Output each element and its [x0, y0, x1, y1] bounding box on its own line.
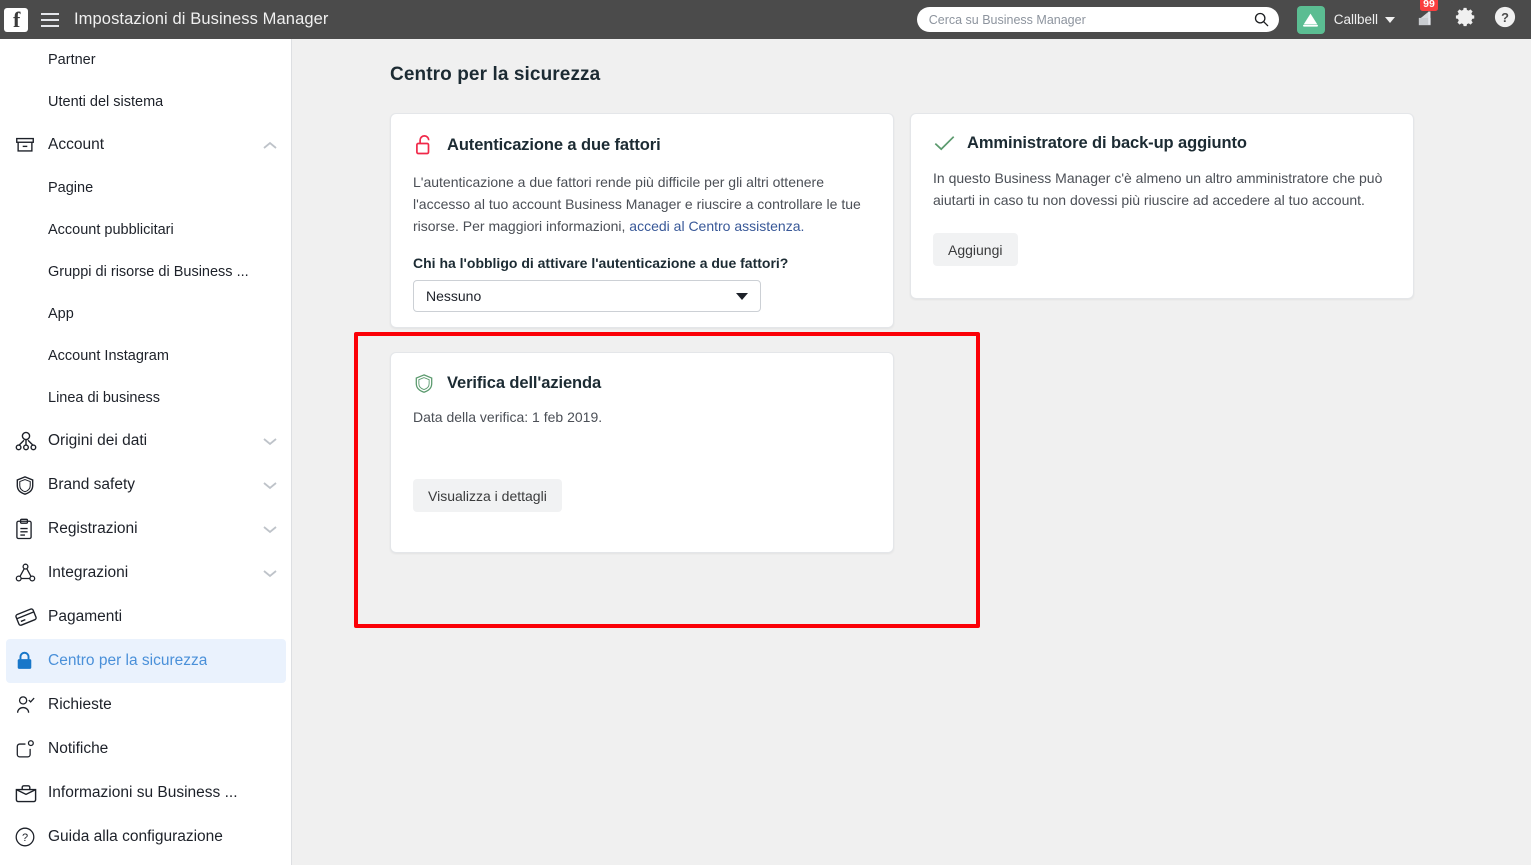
archive-box-icon	[14, 134, 40, 156]
sidebar-item-label: Registrazioni	[48, 520, 138, 537]
sidebar-item-label: Account pubblicitari	[48, 222, 174, 238]
sidebar: Partner Utenti del sistema Account Pagin…	[0, 39, 292, 865]
facebook-logo-icon[interactable]	[4, 7, 28, 33]
main-content: Centro per la sicurezza Autenticazione a…	[292, 39, 1531, 865]
sidebar-item-account-pubblicitari[interactable]: Account pubblicitari	[0, 209, 291, 251]
sidebar-item-integrazioni[interactable]: Integrazioni	[0, 551, 291, 595]
chevron-down-icon[interactable]	[263, 525, 277, 534]
notification-icon	[14, 738, 40, 760]
sidebar-item-label: Gruppi di risorse di Business ...	[48, 264, 249, 280]
card-title: Verifica dell'azienda	[447, 374, 602, 392]
shield-icon	[14, 474, 40, 497]
sidebar-item-app[interactable]: App	[0, 293, 291, 335]
sidebar-item-label: Richieste	[48, 696, 112, 713]
sidebar-item-richieste[interactable]: Richieste	[0, 683, 291, 727]
sidebar-item-label: Pagine	[48, 180, 94, 196]
sidebar-item-guida-alla-configurazione[interactable]: ? Guida alla configurazione	[0, 815, 291, 859]
sidebar-item-label: Informazioni su Business ...	[48, 784, 238, 801]
unlocked-padlock-icon	[413, 133, 439, 157]
svg-text:?: ?	[22, 832, 28, 844]
credit-card-icon	[14, 606, 40, 628]
sidebar-item-notifiche[interactable]: Notifiche	[0, 727, 291, 771]
card-title: Autenticazione a due fattori	[447, 135, 661, 154]
account-name: Callbell	[1333, 12, 1378, 27]
account-switcher[interactable]: Callbell	[1296, 5, 1395, 34]
sidebar-item-origini-dei-dati[interactable]: Origini dei dati	[0, 419, 291, 463]
sidebar-item-registrazioni[interactable]: Registrazioni	[0, 507, 291, 551]
clipboard-icon	[14, 518, 40, 541]
notifications-button[interactable]: 99	[1416, 0, 1438, 32]
chevron-down-icon[interactable]	[263, 437, 277, 446]
svg-text:?: ?	[1501, 10, 1509, 25]
sidebar-item-label: Linea di business	[48, 390, 161, 406]
card-description: L'autenticazione a due fattori rende più…	[413, 171, 871, 237]
view-details-button[interactable]: Visualizza i dettagli	[413, 479, 562, 512]
sidebar-item-label: Partner	[48, 52, 96, 68]
sidebar-item-utenti-del-sistema[interactable]: Utenti del sistema	[0, 81, 291, 123]
sidebar-item-pagamenti[interactable]: Pagamenti	[0, 595, 291, 639]
add-admin-button[interactable]: Aggiungi	[933, 233, 1018, 266]
page-title: Centro per la sicurezza	[390, 64, 601, 85]
sidebar-item-label: Account	[48, 136, 105, 153]
top-bar-right: Callbell 99 ?	[916, 0, 1531, 39]
question-circle-icon[interactable]: ?	[1494, 6, 1516, 33]
sidebar-item-label: Integrazioni	[48, 564, 129, 581]
sidebar-item-account[interactable]: Account	[0, 123, 291, 167]
sidebar-item-linea-di-business[interactable]: Linea di business	[0, 377, 291, 419]
callbell-bell-logo-icon	[1296, 5, 1325, 34]
business-verification-card: Verifica dell'azienda Data della verific…	[390, 352, 894, 553]
two-factor-requirement-select[interactable]: Nessuno	[413, 280, 761, 312]
chevron-down-icon	[1385, 16, 1395, 23]
gear-icon[interactable]	[1455, 6, 1477, 33]
sidebar-item-brand-safety[interactable]: Brand safety	[0, 463, 291, 507]
search-input[interactable]	[928, 12, 1254, 27]
card-title: Amministratore di back-up aggiunto	[967, 133, 1247, 152]
sidebar-item-label: Brand safety	[48, 476, 136, 493]
sidebar-item-label: Centro per la sicurezza	[48, 652, 208, 669]
two-factor-question-label: Chi ha l'obbligo di attivare l'autentica…	[413, 255, 789, 271]
sidebar-item-label: Origini dei dati	[48, 432, 148, 449]
chevron-up-icon[interactable]	[263, 141, 277, 150]
sidebar-item-informazioni-su-business[interactable]: Informazioni su Business ...	[0, 771, 291, 815]
hamburger-menu-icon[interactable]	[41, 12, 59, 27]
sidebar-item-gruppi-di-risorse[interactable]: Gruppi di risorse di Business ...	[0, 251, 291, 293]
green-check-icon	[933, 133, 959, 153]
sidebar-item-label: Pagamenti	[48, 608, 123, 625]
notification-badge: 99	[1420, 0, 1438, 11]
sidebar-item-label: App	[48, 306, 74, 322]
two-factor-authentication-card: Autenticazione a due fattori L'autentica…	[390, 113, 894, 328]
data-sources-icon	[14, 430, 40, 452]
integrations-icon	[14, 562, 40, 584]
sidebar-item-label: Notifiche	[48, 740, 109, 757]
briefcase-icon	[14, 783, 40, 804]
sidebar-item-label: Guida alla configurazione	[48, 828, 223, 845]
help-center-link[interactable]: accedi al Centro assistenza.	[629, 218, 804, 234]
chevron-down-icon[interactable]	[263, 481, 277, 490]
backup-admin-card: Amministratore di back-up aggiunto In qu…	[910, 113, 1414, 299]
green-shield-icon	[413, 372, 439, 395]
sidebar-item-centro-per-la-sicurezza[interactable]: Centro per la sicurezza	[6, 639, 286, 683]
select-value: Nessuno	[426, 288, 482, 304]
sidebar-item-pagine[interactable]: Pagine	[0, 167, 291, 209]
top-bar: Impostazioni di Business Manager Callbel…	[0, 0, 1531, 39]
app-title: Impostazioni di Business Manager	[74, 10, 329, 28]
search-icon[interactable]	[1254, 12, 1269, 27]
sidebar-item-label: Utenti del sistema	[48, 94, 164, 110]
lock-icon	[14, 650, 40, 672]
chevron-down-icon	[736, 292, 748, 300]
verification-date: Data della verifica: 1 feb 2019.	[413, 409, 603, 425]
card-description: In questo Business Manager c'è almeno un…	[933, 170, 1383, 208]
question-circle-icon: ?	[14, 826, 40, 848]
sidebar-item-account-instagram[interactable]: Account Instagram	[0, 335, 291, 377]
sidebar-item-label: Account Instagram	[48, 348, 169, 364]
user-check-icon	[14, 694, 40, 716]
sidebar-item-partner[interactable]: Partner	[0, 39, 291, 81]
search-box[interactable]	[916, 7, 1279, 32]
chevron-down-icon[interactable]	[263, 569, 277, 578]
